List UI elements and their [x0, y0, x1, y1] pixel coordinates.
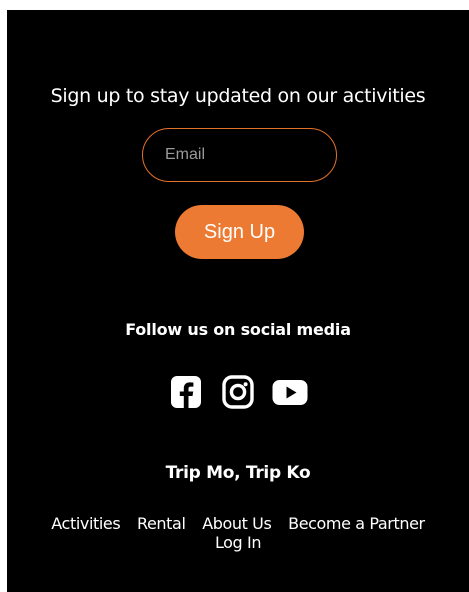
sign-up-button[interactable]: Sign Up — [175, 205, 304, 259]
social-title: Follow us on social media — [125, 320, 351, 339]
nav-link-activities[interactable]: Activities — [51, 514, 120, 533]
brand-name: Trip Mo, Trip Ko — [165, 463, 311, 483]
newsletter-title: Sign up to stay updated on our activitie… — [50, 85, 426, 107]
email-input[interactable] — [142, 128, 337, 182]
instagram-icon[interactable] — [220, 375, 256, 409]
footer-nav-row-2: Log In — [7, 533, 469, 552]
nav-link-about-us[interactable]: About Us — [202, 514, 272, 533]
footer: Sign up to stay updated on our activitie… — [7, 10, 469, 592]
nav-link-become-a-partner[interactable]: Become a Partner — [288, 514, 425, 533]
facebook-icon[interactable] — [168, 375, 204, 409]
youtube-icon[interactable] — [272, 375, 308, 409]
nav-link-rental[interactable]: Rental — [137, 514, 186, 533]
footer-nav: Activities Rental About Us Become a Part… — [7, 514, 469, 552]
nav-link-log-in[interactable]: Log In — [215, 533, 262, 552]
social-links — [7, 375, 469, 409]
